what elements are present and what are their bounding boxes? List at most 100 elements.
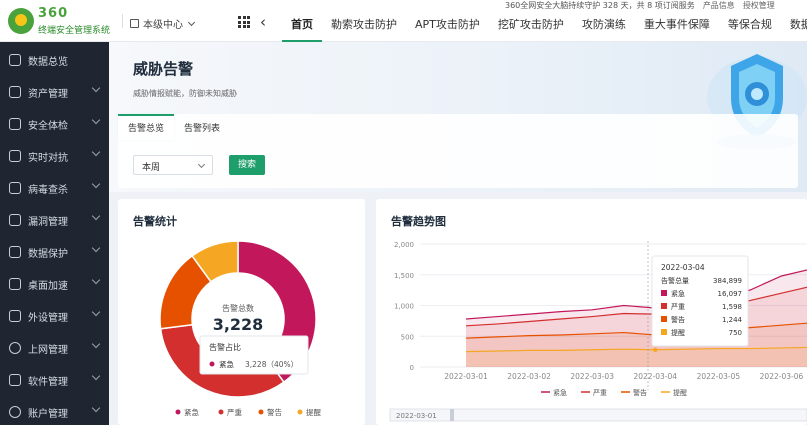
legend-label[interactable]: 紧急 [553,388,567,397]
tooltip-row-label: 警告 [671,315,685,324]
sidebar-item-label: 病毒查杀 [28,184,68,196]
chevron-down-icon [91,115,101,125]
center-label: 告警总数 [222,303,254,313]
trend-tooltip: 2022-03-04 告警总量 384,899 紧急 16,097 严重 1,598 警告 1… [647,241,749,390]
chevron-left-icon[interactable]: ‹ [260,13,266,31]
nav-ransomware[interactable]: 勒索攻击防护 [322,10,406,42]
nav-drill[interactable]: 攻防演练 [573,10,635,42]
sidebar-item-label: 数据总览 [28,56,68,68]
product-info-link[interactable]: 产品信息 [703,0,735,11]
sidebar-item-label: 桌面加速 [28,280,68,292]
nav-compliance[interactable]: 等保合规 [719,10,781,42]
tooltip-item: 紧急 [219,359,234,369]
nav-data-security[interactable]: 数据安全 [781,10,807,42]
sidebar-item-virus[interactable]: 病毒查杀 [0,172,109,204]
apps-icon [9,374,21,386]
top-nav: 首页 勒索攻击防护 APT攻击防护 挖矿攻击防护 攻防演练 重大事件保障 等保合… [282,10,807,42]
alert-trend-card: 告警趋势图 0 500 1,000 1,500 2,000 2022-03-01 2022… [376,199,807,425]
y-tick-label: 2,000 [394,241,414,249]
sidebar-item-desktop[interactable]: 桌面加速 [0,268,109,300]
tooltip-dot [209,361,215,367]
legend-label[interactable]: 紧急 [184,407,199,417]
nav-mining[interactable]: 挖矿攻击防护 [489,10,573,42]
asset-icon [9,86,21,98]
legend-label[interactable]: 严重 [593,389,607,397]
rocket-icon [9,278,21,290]
tab-alert-overview[interactable]: 告警总览 [118,114,175,140]
sidebar-item-accounts[interactable]: 账户管理 [0,396,109,425]
sidebar-item-overview[interactable]: 数据总览 [0,44,109,76]
tenant-selector[interactable]: 本级中心 [122,14,196,31]
sidebar-item-label: 数据保护 [28,248,68,260]
donut-chart: 告警总数 3,228 告警占比 紧急 3,228（40%） 紧急 严重 警告 提醒 [159,240,321,417]
logo[interactable]: 360 终端安全管理系统 [8,6,118,36]
shield-check-icon [9,118,21,130]
chevron-down-icon [91,403,101,413]
y-tick-label: 500 [401,333,414,341]
y-tick-label: 0 [410,364,414,372]
chevron-down-icon [197,160,206,169]
tooltip-row-label: 告警总量 [661,276,689,285]
main-content: 威胁告警 威胁情报赋能，防御未知威胁 告警总览 告警列表 本周 搜索 告警统计 … [109,42,807,425]
data-shield-icon [9,246,21,258]
legend-label[interactable]: 警告 [267,407,282,417]
range-handle[interactable] [450,409,454,421]
tooltip-swatch [661,316,667,322]
app-grid-icon[interactable] [238,16,250,28]
page-subtitle: 威胁情报赋能，防御未知威胁 [133,89,237,98]
sidebar-item-label: 安全体检 [28,120,68,132]
sidebar-item-vulnerability[interactable]: 漏洞管理 [0,204,109,236]
tooltip-title: 告警占比 [209,342,241,352]
chevron-down-icon [91,243,101,253]
legend-label[interactable]: 提醒 [673,388,687,397]
legend-dot [258,409,264,415]
x-tick-label: 2022-03-01 [444,372,488,381]
sidebar-item-label: 实时对抗 [28,152,68,164]
sidebar-item-checkup[interactable]: 安全体检 [0,108,109,140]
sidebar-item-internet[interactable]: 上网管理 [0,332,109,364]
license-link[interactable]: 授权管理 [743,0,775,11]
tenant-label: 本级中心 [143,20,183,31]
legend-label[interactable]: 严重 [227,408,242,417]
legend-dot [175,409,181,415]
virus-icon [9,182,21,194]
sidebar-item-peripheral[interactable]: 外设管理 [0,300,109,332]
period-value: 本周 [142,163,161,173]
y-tick-label: 1,000 [394,303,414,311]
legend-dot [297,409,303,415]
tooltip-swatch [661,290,667,296]
sidebar-item-assets[interactable]: 资产管理 [0,76,109,108]
dashboard-icon [9,54,21,66]
sidebar-item-label: 软件管理 [28,376,68,388]
tooltip-row-label: 严重 [671,303,685,311]
sidebar-item-data-protection[interactable]: 数据保护 [0,236,109,268]
globe-icon [9,342,21,354]
tooltip-row-value: 1,598 [722,303,742,311]
nav-apt[interactable]: APT攻击防护 [406,10,489,42]
legend-label[interactable]: 警告 [633,388,647,397]
legend-label[interactable]: 提醒 [306,407,321,417]
tooltip-row-label: 紧急 [671,289,685,298]
nav-major-event[interactable]: 重大事件保障 [635,10,719,42]
chevron-down-icon [91,339,101,349]
tab-alert-list[interactable]: 告警列表 [174,114,230,140]
nav-home[interactable]: 首页 [282,10,322,42]
logo-subtitle: 终端安全管理系统 [38,26,111,36]
center-value: 3,228 [213,315,264,334]
period-select[interactable]: 本周 [133,155,213,175]
search-button[interactable]: 搜索 [229,155,265,175]
tooltip-row-value: 384,899 [713,277,742,285]
chevron-down-icon [91,179,101,189]
tooltip-row-value: 1,244 [722,316,743,324]
trend-chart: 0 500 1,000 1,500 2,000 2022-03-01 2022-03-02… [389,241,807,422]
x-tick-label: 2022-03-04 [633,372,677,381]
user-icon [9,406,21,418]
logo-mark-icon [8,8,34,34]
sidebar-item-realtime[interactable]: 实时对抗 [0,140,109,172]
tooltip-swatch [661,329,667,335]
x-tick-label: 2022-03-05 [697,372,741,381]
sidebar-item-software[interactable]: 软件管理 [0,364,109,396]
building-icon [130,19,139,28]
tooltip-row-value: 16,097 [718,290,743,298]
logo-title: 360 [38,6,69,21]
